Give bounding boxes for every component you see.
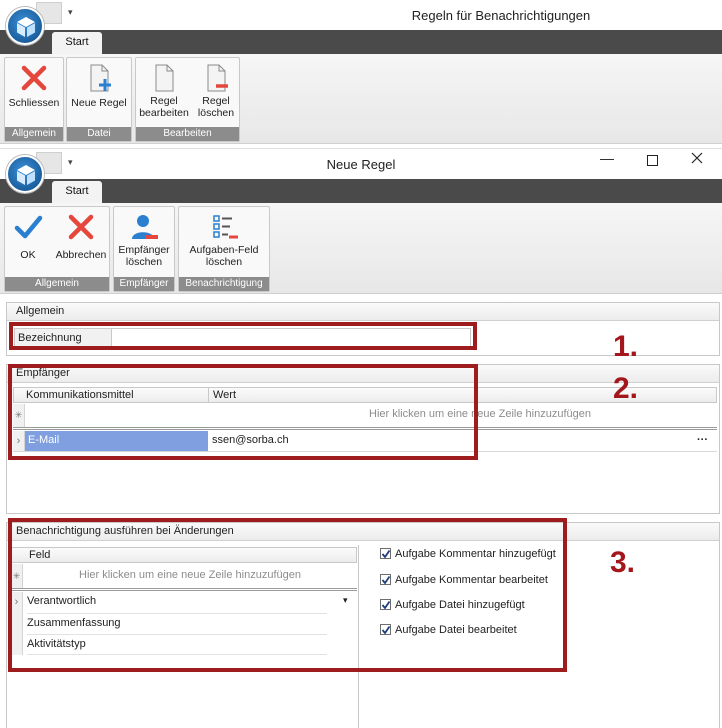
window1-ribbon: Schliessen Allgemein Neue Regel Datei Re… xyxy=(0,54,722,144)
group2-label-allgemein: Allgemein xyxy=(5,277,109,291)
maximize-button[interactable] xyxy=(647,153,658,169)
edit-document-icon xyxy=(155,64,174,92)
window1-titlebar: ▾ Regeln für Benachrichtigungen xyxy=(0,0,722,30)
group2-label-benachrichtigung: Benachrichtigung xyxy=(179,277,269,291)
group2-label-empfaenger: Empfänger xyxy=(114,277,174,291)
schliessen-label: Schliessen xyxy=(8,97,60,109)
window1-title: Regeln für Benachrichtigungen xyxy=(411,8,591,23)
annotation-box-1 xyxy=(9,322,477,350)
regel-bearbeiten-button[interactable]: Regel bearbeiten xyxy=(136,58,192,119)
cube-icon xyxy=(17,17,35,37)
ok-label: OK xyxy=(20,249,36,261)
ribbon-group-datei: Neue Regel Datei xyxy=(66,57,132,142)
abbrechen-button[interactable]: Abbrechen xyxy=(51,207,111,261)
regel-bearbeiten-line1: Regel xyxy=(150,95,178,107)
aufgaben-feld-line1: Aufgaben-Feld xyxy=(189,244,259,256)
ribbon2-group-benachrichtigung: Aufgaben-Feld löschen Benachrichtigung xyxy=(178,206,270,292)
qat-dropdown-icon[interactable]: ▾ xyxy=(68,7,73,18)
window2-ribbon: OK Abbrechen Allgemein Empfänger löschen… xyxy=(0,203,722,294)
regel-loeschen-line2: löschen xyxy=(197,107,235,119)
ribbon2-group-allgemein: OK Abbrechen Allgemein xyxy=(4,206,110,292)
schliessen-button[interactable]: Schliessen xyxy=(5,58,63,109)
checkmark-icon xyxy=(14,215,43,239)
remove-user-icon xyxy=(132,215,158,239)
aufgaben-feld-loeschen-button[interactable]: Aufgaben-Feld löschen xyxy=(179,207,269,268)
close-icon xyxy=(691,152,703,164)
window2-tabstrip: Start xyxy=(0,179,722,203)
minimize-button[interactable]: — xyxy=(600,150,614,166)
group-label-allgemein: Allgemein xyxy=(5,127,63,141)
empfaenger-loeschen-line2: löschen xyxy=(125,256,163,268)
tab-start-2[interactable]: Start xyxy=(52,181,102,203)
annotation-number-1: 1. xyxy=(613,330,639,363)
new-document-icon xyxy=(90,64,111,92)
annotation-box-3 xyxy=(8,518,567,672)
ribbon2-group-empfaenger: Empfänger löschen Empfänger xyxy=(113,206,175,292)
abbrechen-label: Abbrechen xyxy=(55,249,107,261)
neue-regel-button[interactable]: Neue Regel xyxy=(67,58,131,109)
ok-button[interactable]: OK xyxy=(5,207,51,261)
window1-tabstrip: Start xyxy=(0,30,722,54)
app-menu-button-2[interactable] xyxy=(6,155,44,193)
group-label-datei: Datei xyxy=(67,127,131,141)
app-menu-button[interactable] xyxy=(6,7,44,45)
task-list-icon xyxy=(213,215,238,239)
ribbon-group-bearbeiten: Regel bearbeiten Regel löschen Bearbeite… xyxy=(135,57,240,142)
empfaenger-loeschen-button[interactable]: Empfänger löschen xyxy=(114,207,174,268)
tab-start[interactable]: Start xyxy=(52,32,102,54)
close-window-button[interactable] xyxy=(691,151,703,167)
close-x-icon xyxy=(68,214,94,240)
regel-loeschen-button[interactable]: Regel löschen xyxy=(192,58,240,119)
panel-allgemein-header: Allgemein xyxy=(7,303,719,321)
annotation-number-3: 3. xyxy=(610,546,636,579)
maximize-icon xyxy=(647,155,658,166)
empfaenger-loeschen-line1: Empfänger xyxy=(118,244,170,256)
group-label-bearbeiten: Bearbeiten xyxy=(136,127,239,141)
ellipsis-button[interactable]: ··· xyxy=(697,431,715,451)
annotation-number-2: 2. xyxy=(613,372,639,405)
cube-icon xyxy=(17,165,35,185)
regel-loeschen-line1: Regel xyxy=(202,95,230,107)
delete-document-icon xyxy=(207,64,228,92)
annotation-box-2 xyxy=(8,364,478,460)
ribbon-group-allgemein: Schliessen Allgemein xyxy=(4,57,64,142)
aufgaben-feld-line2: löschen xyxy=(205,256,243,268)
regel-bearbeiten-line2: bearbeiten xyxy=(139,107,189,119)
close-x-icon xyxy=(21,65,47,91)
neue-regel-label: Neue Regel xyxy=(71,97,127,109)
